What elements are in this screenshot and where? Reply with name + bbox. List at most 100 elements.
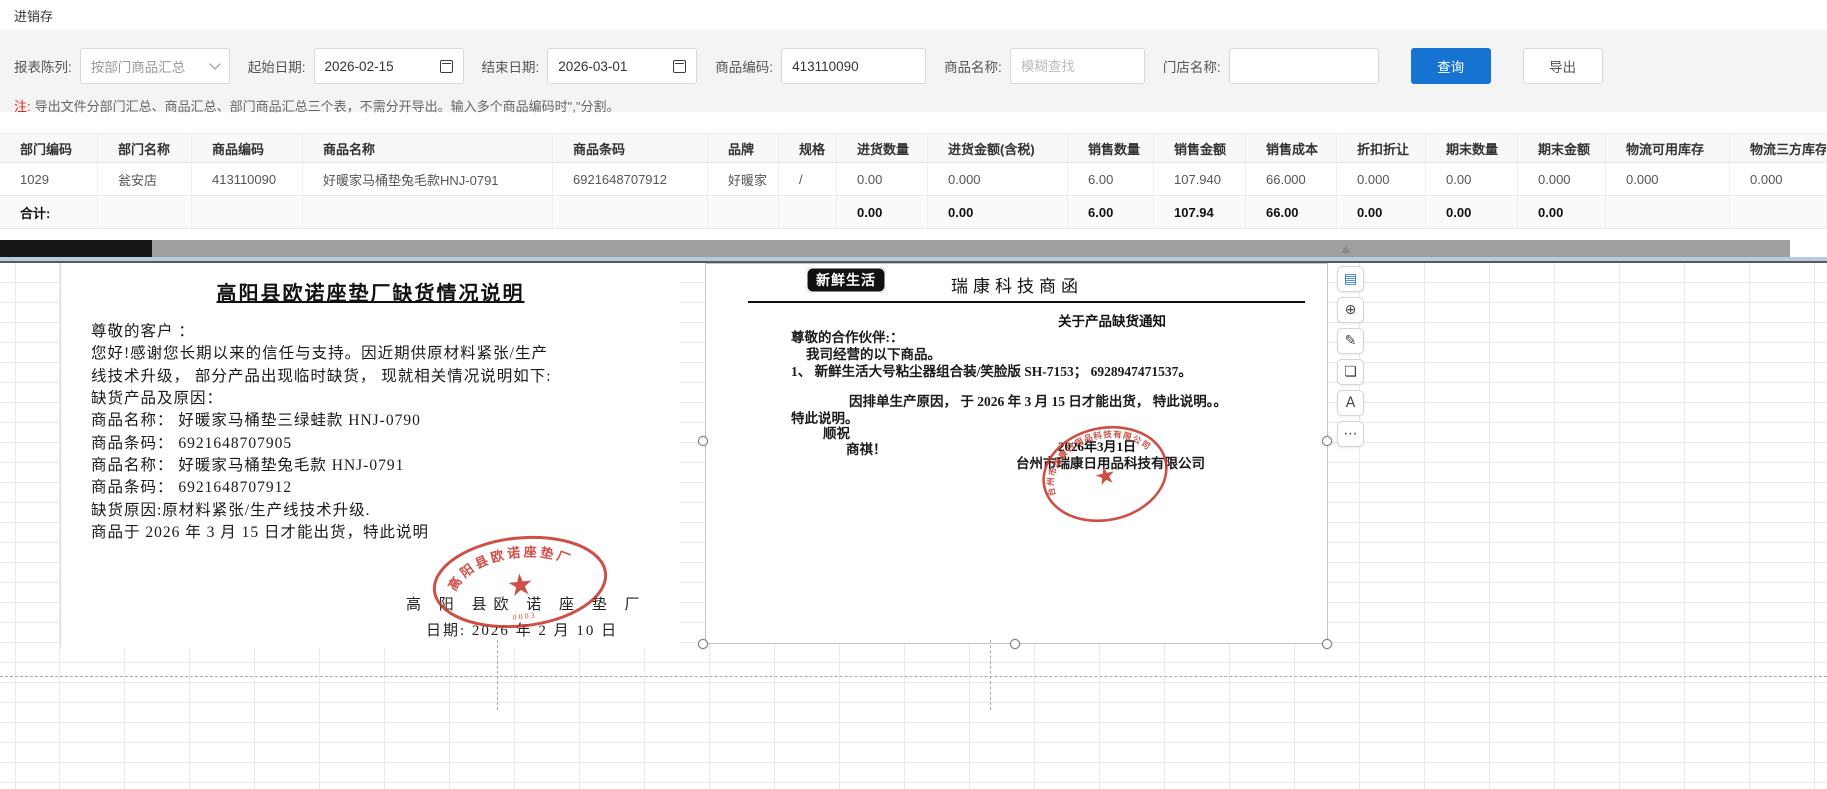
letter-line: 商品条码： 6921648707912 [91, 479, 293, 496]
store-name-label: 门店名称: [1162, 60, 1221, 75]
product-code-label: 商品编码: [715, 60, 774, 75]
table-header-cell: 规格 [779, 133, 837, 163]
shortage-letter-left[interactable]: 高阳县欧诺座垫厂缺货情况说明 尊敬的客户 ： 您好!感谢您长期以来的信任与支持。… [60, 263, 680, 648]
table-total-row: 合计: 0.00 0.00 6.00 107.94 66.00 0.00 0.0… [0, 196, 1827, 229]
scrollbar-track[interactable] [0, 240, 1790, 257]
page-title: 进销存 [14, 8, 54, 24]
table-header-cell: 销售成本 [1246, 133, 1337, 163]
total-cell: 0.00 [928, 196, 1068, 229]
scrollbar-thumb[interactable] [0, 240, 152, 257]
product-name-group: 商品名称: [944, 48, 1145, 84]
selection-handle-right[interactable] [1322, 436, 1332, 446]
table-header-cell: 期末数量 [1426, 133, 1518, 163]
table-cell: 好暖家马桶垫兔毛款HNJ-0791 [303, 163, 553, 196]
table-cell: 0.000 [1337, 163, 1426, 196]
table-cell: 1029 [0, 163, 98, 196]
product-code-input[interactable] [781, 48, 927, 84]
letter-line: 1、 新鲜生活大号粘尘器组合装/笑脸版 SH-7153； 69289474715… [791, 364, 1192, 379]
image-chart-icon[interactable]: ▤ [1337, 266, 1364, 292]
report-table: 部门编码 部门名称 商品编码 商品名称 商品条码 品牌 规格 进货数量 进货金额… [0, 133, 1827, 229]
floating-toolbar: ▤ ⊕ ✎ ❏ A ⋯ [1337, 266, 1365, 447]
total-cell: 66.00 [1246, 196, 1337, 229]
table-cell: 6.00 [1068, 163, 1154, 196]
table-header-cell: 销售金额 [1154, 133, 1246, 163]
start-date-input[interactable]: 2026-02-15 [313, 48, 464, 84]
total-cell: 0.00 [1426, 196, 1518, 229]
scroll-up-arrow-icon[interactable] [1341, 246, 1351, 253]
copy-icon[interactable]: ❏ [1337, 359, 1364, 385]
table-header-cell: 折扣折让 [1337, 133, 1426, 163]
table-cell: 6921648707912 [553, 163, 708, 196]
page-break-line [990, 640, 991, 710]
horizontal-scrollbar[interactable] [0, 240, 1827, 257]
table-cell: 107.940 [1154, 163, 1246, 196]
table-header-cell: 进货数量 [837, 133, 928, 163]
start-date-group: 起始日期: 2026-02-15 [248, 48, 464, 84]
selection-handle-bottom[interactable] [1010, 639, 1020, 649]
table-header-cell: 进货金额(含税) [928, 133, 1068, 163]
zoom-in-icon[interactable]: ⊕ [1337, 297, 1364, 323]
selection-handle-bottom-left[interactable] [698, 639, 708, 649]
product-name-input[interactable] [1009, 48, 1145, 84]
table-cell: 好暖家 [708, 163, 779, 196]
table-cell: / [779, 163, 837, 196]
calendar-icon[interactable] [673, 59, 687, 73]
table-cell: 413110090 [192, 163, 303, 196]
query-button[interactable]: 查询 [1410, 48, 1491, 84]
filter-bar: 报表陈列: 按部门商品汇总 起始日期: 2026-02-15 结束日期: 202… [14, 30, 1827, 94]
stamp-text: 高阳县欧诺座垫厂 [442, 539, 578, 594]
report-type-value: 按部门商品汇总 [90, 60, 186, 75]
text-style-icon[interactable]: A [1337, 390, 1364, 416]
total-cell [192, 196, 303, 229]
note-prefix: 注: [14, 99, 31, 114]
spreadsheet-area[interactable]: 高阳县欧诺座垫厂缺货情况说明 尊敬的客户 ： 您好!感谢您长期以来的信任与支持。… [0, 263, 1827, 789]
export-button[interactable]: 导出 [1522, 48, 1603, 84]
red-stamp: 台州市瑞康日用品科技有限公司 ★ [1036, 420, 1168, 523]
letter-signature: 高 阳 县欧 诺 座 垫 厂 [406, 597, 647, 613]
total-cell: 6.00 [1068, 196, 1154, 229]
letter-subject: 关于产品缺货通知 [1058, 314, 1166, 329]
total-cell: 合计: [0, 196, 98, 229]
store-name-group: 门店名称: [1163, 48, 1379, 84]
letter-signature: 台州市瑞康日用品科技有限公司 [1016, 456, 1205, 471]
calendar-icon[interactable] [439, 59, 453, 73]
more-icon[interactable]: ⋯ [1337, 421, 1364, 447]
table-header-cell: 部门编码 [0, 133, 98, 163]
chevron-down-icon [209, 58, 221, 70]
total-cell [98, 196, 192, 229]
page-break-line [0, 676, 1827, 677]
end-date-group: 结束日期: 2026-03-01 [482, 48, 698, 84]
letter-line: 商祺！ [846, 442, 887, 457]
letter-line: 商品名称： 好暖家马桶垫三绿蛙款 HNJ-0790 [91, 412, 421, 429]
header-rule [748, 301, 1305, 303]
total-cell: 107.94 [1154, 196, 1246, 229]
product-code-group: 商品编码: [715, 48, 927, 84]
selection-handle-left[interactable] [698, 436, 708, 446]
table-cell: 0.000 [1730, 163, 1827, 196]
report-type-select[interactable]: 按部门商品汇总 [79, 48, 230, 84]
total-cell [708, 196, 779, 229]
table-header-cell: 品牌 [708, 133, 779, 163]
report-type-group: 报表陈列: 按部门商品汇总 [14, 48, 230, 84]
shortage-letter-right[interactable]: 新鲜生活 瑞康科技商函 关于产品缺货通知 尊敬的合作伙伴:： 我司经营的以下商品… [705, 263, 1328, 644]
table-header-cell: 部门名称 [98, 133, 192, 163]
table-header-cell: 物流可用库存 [1606, 133, 1730, 163]
edit-crop-icon[interactable]: ✎ [1337, 328, 1364, 354]
letter-line: 线技术升级， 部分产品出现临时缺货， 现就相关情况说明如下: [91, 368, 552, 385]
page-break-line [497, 640, 498, 710]
table-header-cell: 商品名称 [303, 133, 553, 163]
svg-text:高阳县欧诺座垫厂: 高阳县欧诺座垫厂 [442, 539, 578, 594]
table-cell: 瓮安店 [98, 163, 192, 196]
letter-line: 因排单生产原因， 于 2026 年 3 月 15 日才能出货， 特此说明。。 [849, 394, 1227, 409]
total-cell [1606, 196, 1730, 229]
table-header-cell: 期末金额 [1518, 133, 1606, 163]
table-cell: 0.000 [1518, 163, 1606, 196]
total-cell [303, 196, 553, 229]
store-name-input[interactable] [1228, 48, 1379, 84]
product-name-label: 商品名称: [944, 60, 1002, 75]
table-cell: 66.000 [1246, 163, 1337, 196]
table-header-row: 部门编码 部门名称 商品编码 商品名称 商品条码 品牌 规格 进货数量 进货金额… [0, 133, 1827, 163]
end-date-input[interactable]: 2026-03-01 [547, 48, 698, 84]
selection-handle-bottom-right[interactable] [1322, 639, 1332, 649]
table-row: 1029 瓮安店 413110090 好暖家马桶垫兔毛款HNJ-0791 692… [0, 163, 1827, 196]
